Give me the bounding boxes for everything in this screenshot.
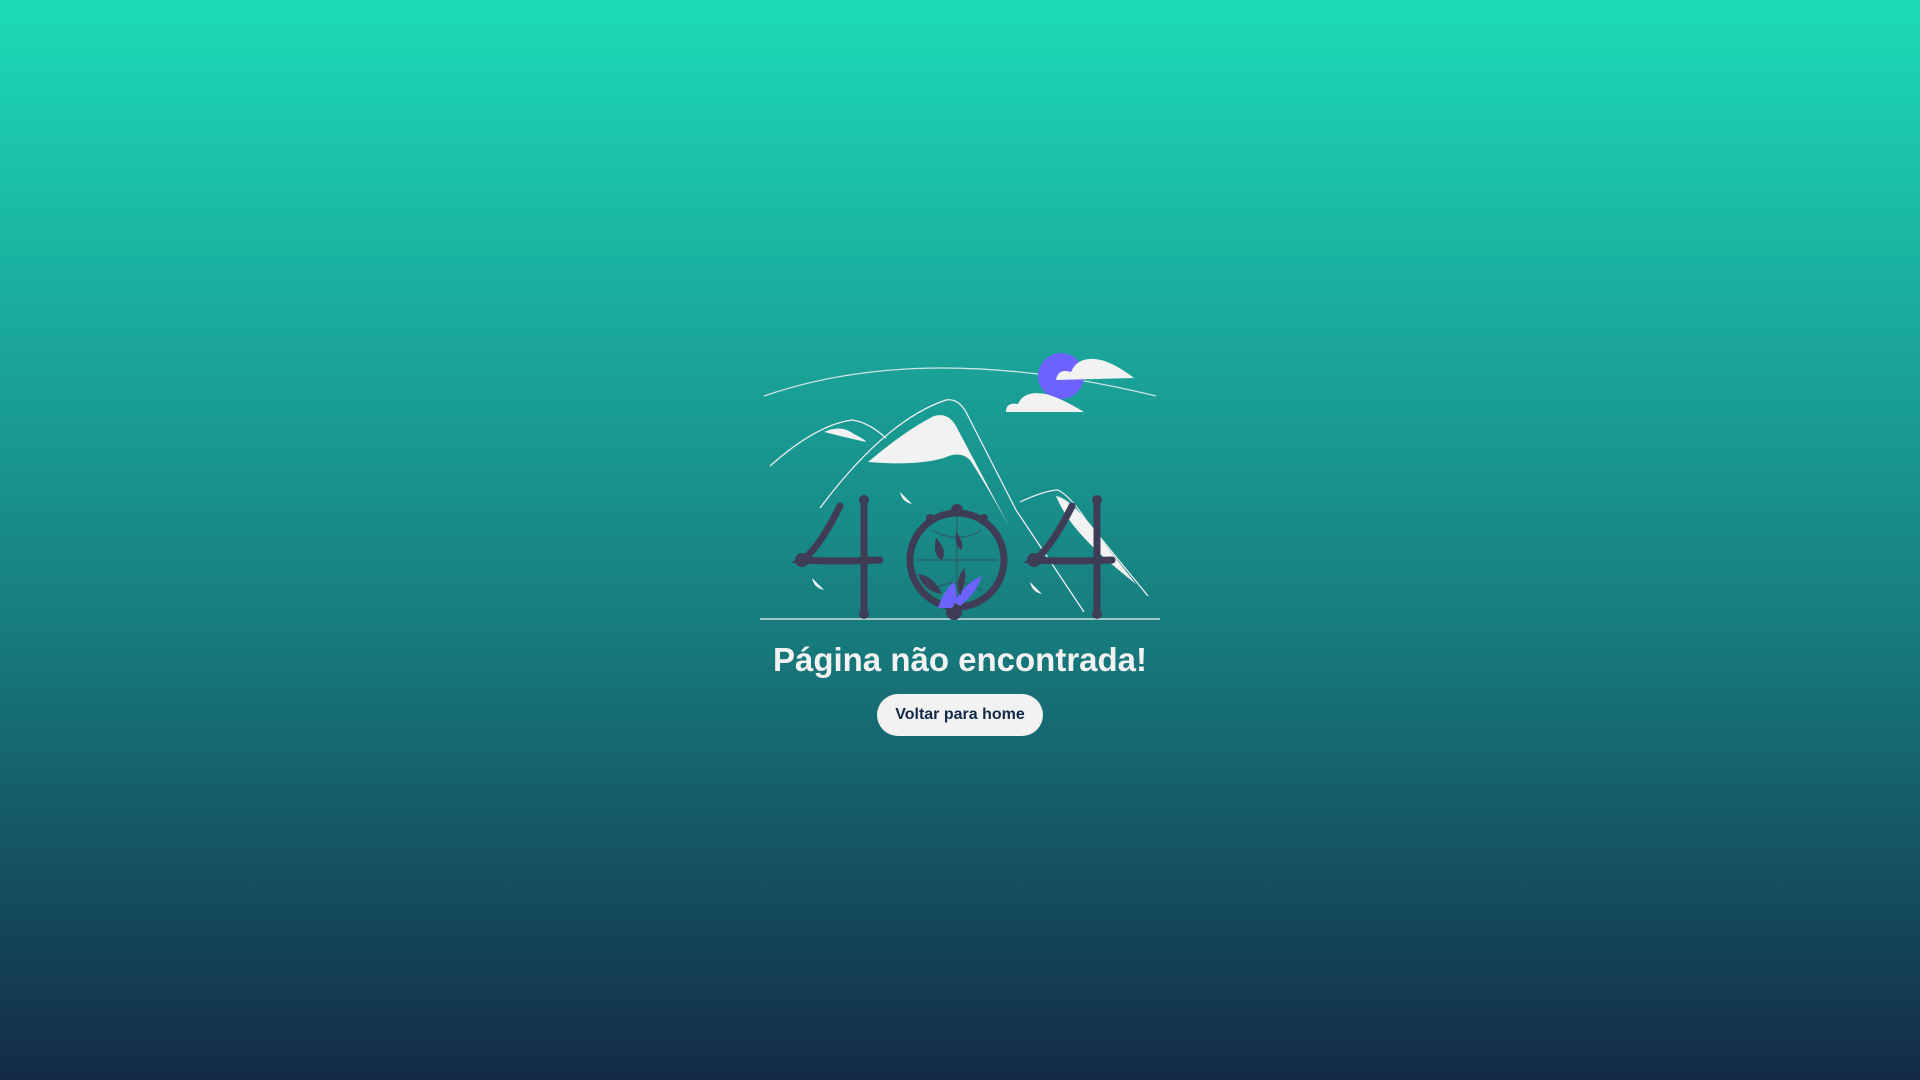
- snow-petal: [1030, 582, 1042, 594]
- digit-dot: [859, 495, 869, 505]
- digit-dot: [1092, 495, 1102, 505]
- digit-dot: [1092, 609, 1102, 619]
- mountain-outline: [769, 419, 887, 467]
- digit-dot: [859, 609, 869, 619]
- mountain-snow: [824, 428, 866, 442]
- digit-dot: [795, 553, 809, 567]
- mountain-snow: [868, 415, 1010, 528]
- snow-petal: [900, 492, 912, 504]
- not-found-page: Página não encontrada! Voltar para home: [0, 0, 1920, 1080]
- 404-illustration: [760, 353, 1160, 620]
- mountain-outline: [1019, 489, 1149, 597]
- digit-dot: [1027, 553, 1041, 567]
- back-to-home-button[interactable]: Voltar para home: [877, 694, 1043, 736]
- digit-four-left: [790, 498, 884, 618]
- digit-zero-globe: [906, 504, 1008, 620]
- snow-petal: [812, 578, 824, 590]
- page-title: Página não encontrada!: [772, 641, 1148, 678]
